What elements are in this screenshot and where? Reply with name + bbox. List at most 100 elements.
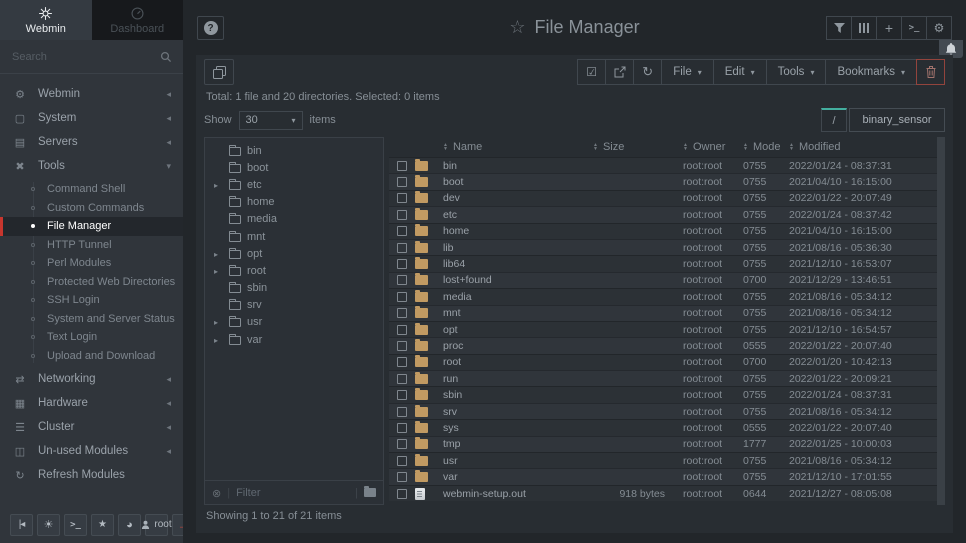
export-button[interactable] <box>605 59 634 85</box>
shell-button[interactable] <box>901 16 927 40</box>
submenu-item[interactable]: Custom Commands <box>0 199 183 218</box>
copy-button[interactable] <box>204 59 234 85</box>
file-name[interactable]: lost+found <box>443 274 593 286</box>
bookmarks-menu-button[interactable]: Bookmarks <box>825 59 917 85</box>
expand-arrow-icon[interactable] <box>214 316 223 328</box>
column-header-mode[interactable]: Mode <box>743 141 789 153</box>
table-row[interactable]: webmin-setup.out 918 bytes root:root 064… <box>389 485 945 501</box>
select-all-button[interactable] <box>577 59 606 85</box>
submenu-item[interactable]: SSH Login <box>0 291 183 310</box>
row-checkbox[interactable] <box>397 292 407 302</box>
table-row[interactable]: dev root:root 0755 2022/01/22 - 20:07:49 <box>389 190 945 206</box>
root-path-button[interactable]: / <box>821 108 847 132</box>
table-row[interactable]: sys root:root 0555 2022/01/22 - 20:07:40 <box>389 419 945 435</box>
table-row[interactable]: bin root:root 0755 2022/01/24 - 08:37:31 <box>389 157 945 173</box>
submenu-item[interactable]: Perl Modules <box>0 254 183 273</box>
sort-icon[interactable] <box>789 143 794 151</box>
table-row[interactable]: root root:root 0700 2022/01/20 - 10:42:1… <box>389 354 945 370</box>
edit-menu-button[interactable]: Edit <box>713 59 767 85</box>
row-checkbox[interactable] <box>397 390 407 400</box>
file-name[interactable]: proc <box>443 340 593 352</box>
favorite-star-icon[interactable]: ☆ <box>509 17 525 38</box>
row-checkbox[interactable] <box>397 243 407 253</box>
row-checkbox[interactable] <box>397 193 407 203</box>
file-name[interactable]: home <box>443 225 593 237</box>
file-name[interactable]: opt <box>443 324 593 336</box>
row-checkbox[interactable] <box>397 177 407 187</box>
row-checkbox[interactable] <box>397 423 407 433</box>
user-button[interactable]: root <box>145 514 168 536</box>
sort-icon[interactable] <box>593 143 598 151</box>
row-checkbox[interactable] <box>397 226 407 236</box>
sort-icon[interactable] <box>743 143 748 151</box>
row-checkbox[interactable] <box>397 439 407 449</box>
sidebar-item-webmin[interactable]: ⚙ Webmin ◂ <box>0 82 183 106</box>
file-name[interactable]: srv <box>443 406 593 418</box>
search-input[interactable] <box>12 51 154 63</box>
file-name[interactable]: var <box>443 471 593 483</box>
refresh-button[interactable] <box>633 59 662 85</box>
sidebar-item-hardware[interactable]: ▦ Hardware ◂ <box>0 391 183 415</box>
table-row[interactable]: media root:root 0755 2021/08/16 - 05:34:… <box>389 288 945 304</box>
expand-arrow-icon[interactable] <box>214 265 223 277</box>
tree-item[interactable]: boot <box>205 159 383 176</box>
tree-item[interactable]: media <box>205 211 383 228</box>
page-size-select[interactable]: 30 <box>239 111 303 130</box>
row-checkbox[interactable] <box>397 357 407 367</box>
row-checkbox[interactable] <box>397 210 407 220</box>
table-row[interactable]: sbin root:root 0755 2022/01/24 - 08:37:3… <box>389 386 945 402</box>
row-checkbox[interactable] <box>397 489 407 499</box>
favorites-button[interactable] <box>91 514 114 536</box>
column-header-size[interactable]: Size <box>593 141 683 153</box>
file-name[interactable]: webmin-setup.out <box>443 488 593 500</box>
columns-button[interactable] <box>851 16 877 40</box>
table-row[interactable]: proc root:root 0555 2022/01/22 - 20:07:4… <box>389 337 945 353</box>
row-checkbox[interactable] <box>397 325 407 335</box>
file-menu-button[interactable]: File <box>661 59 714 85</box>
file-name[interactable]: usr <box>443 455 593 467</box>
sidebar-item-unused-modules[interactable]: ◫ Un-used Modules ◂ <box>0 439 183 463</box>
table-row[interactable]: boot root:root 0755 2021/04/10 - 16:15:0… <box>389 173 945 189</box>
add-button[interactable] <box>876 16 902 40</box>
tree-item[interactable]: sbin <box>205 280 383 297</box>
file-name[interactable]: root <box>443 356 593 368</box>
table-row[interactable]: lib64 root:root 0755 2021/12/10 - 16:53:… <box>389 255 945 271</box>
row-checkbox[interactable] <box>397 161 407 171</box>
collapse-sidebar-button[interactable] <box>10 514 33 536</box>
expand-arrow-icon[interactable] <box>214 334 223 346</box>
filter-button[interactable] <box>826 16 852 40</box>
sidebar-item-system[interactable]: ▢ System ◂ <box>0 106 183 130</box>
clear-filter-icon[interactable] <box>212 484 221 502</box>
submenu-item[interactable]: File Manager <box>0 217 183 236</box>
sidebar-item-cluster[interactable]: ☰ Cluster ◂ <box>0 415 183 439</box>
terminal-button[interactable] <box>64 514 87 536</box>
file-name[interactable]: lib64 <box>443 258 593 270</box>
file-name[interactable]: lib <box>443 242 593 254</box>
tree-item[interactable]: root <box>205 262 383 279</box>
column-header-modified[interactable]: Modified <box>789 141 937 153</box>
table-row[interactable]: usr root:root 0755 2021/08/16 - 05:34:12 <box>389 452 945 468</box>
table-row[interactable]: lost+found root:root 0700 2021/12/29 - 1… <box>389 272 945 288</box>
sidebar-item-servers[interactable]: ▤ Servers ◂ <box>0 130 183 154</box>
theme-button[interactable] <box>37 514 60 536</box>
table-row[interactable]: opt root:root 0755 2021/12/10 - 16:54:57 <box>389 321 945 337</box>
file-name[interactable]: mnt <box>443 307 593 319</box>
sidebar-item-networking[interactable]: ⇄ Networking ◂ <box>0 367 183 391</box>
table-row[interactable]: srv root:root 0755 2021/08/16 - 05:34:12 <box>389 403 945 419</box>
row-checkbox[interactable] <box>397 275 407 285</box>
row-checkbox[interactable] <box>397 341 407 351</box>
folder-icon[interactable] <box>364 488 376 497</box>
table-row[interactable]: home root:root 0755 2021/04/10 - 16:15:0… <box>389 223 945 239</box>
table-row[interactable]: var root:root 0755 2021/12/10 - 17:01:55 <box>389 468 945 484</box>
column-header-owner[interactable]: Owner <box>683 141 743 153</box>
row-checkbox[interactable] <box>397 259 407 269</box>
delete-button[interactable] <box>916 59 945 85</box>
file-name[interactable]: boot <box>443 176 593 188</box>
palette-button[interactable] <box>118 514 141 536</box>
row-checkbox[interactable] <box>397 308 407 318</box>
row-checkbox[interactable] <box>397 374 407 384</box>
sidebar-item-tools[interactable]: ✖ Tools ▾ <box>0 154 183 178</box>
tab-webmin[interactable]: Webmin <box>0 0 92 40</box>
file-name[interactable]: media <box>443 291 593 303</box>
table-scrollbar[interactable] <box>937 137 945 505</box>
